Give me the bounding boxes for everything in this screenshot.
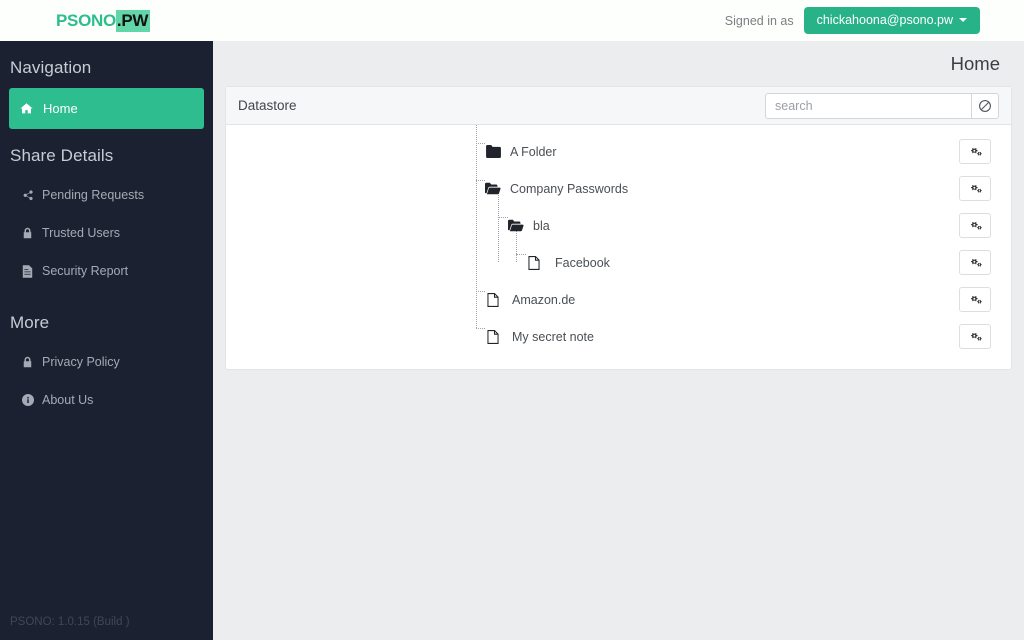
sidebar-item-security-report[interactable]: Security Report: [0, 252, 213, 290]
search-input[interactable]: [765, 92, 971, 119]
sidebar-heading-more: More: [10, 313, 50, 332]
tree-node-facebook[interactable]: Facebook: [526, 255, 610, 271]
sidebar-item-pending-requests-label: Pending Requests: [42, 188, 145, 202]
tree-row[interactable]: Company Passwords: [226, 170, 1011, 207]
tree-node-label: Amazon.de: [512, 292, 576, 307]
chevron-down-icon: [959, 18, 967, 22]
file-icon: [485, 329, 501, 345]
tree-node-bla[interactable]: bla: [508, 218, 550, 234]
lock-icon: [22, 356, 42, 368]
tree-row[interactable]: My secret note: [226, 318, 1011, 355]
tree-node-label: A Folder: [510, 144, 557, 159]
user-menu-button[interactable]: chickahoona@psono.pw: [803, 6, 980, 35]
sidebar-heading-share-details: Share Details: [10, 146, 114, 165]
folder-open-icon: [508, 218, 524, 234]
sidebar: Navigation Home Share Details Pending Re…: [0, 41, 213, 640]
sidebar-item-privacy-policy[interactable]: Privacy Policy: [0, 343, 213, 381]
datastore-tree: A Folder Company Passwords bla Facebook …: [226, 125, 1011, 369]
datastore-panel-header: Datastore: [226, 87, 1011, 125]
tree-node-label: bla: [533, 218, 550, 233]
row-actions-button[interactable]: [959, 250, 991, 275]
tree-node-a-folder[interactable]: A Folder: [485, 144, 557, 160]
tree-row[interactable]: A Folder: [226, 133, 1011, 170]
file-icon: [485, 292, 501, 308]
sidebar-item-about-us-label: About Us: [42, 393, 94, 407]
lock-icon: [22, 227, 42, 239]
folder-closed-icon: [485, 144, 501, 160]
share-alt-icon: [22, 189, 42, 201]
sidebar-item-about-us[interactable]: About Us: [0, 381, 213, 419]
tree-node-label: Facebook: [555, 255, 610, 270]
tree-node-label: My secret note: [512, 329, 594, 344]
sidebar-item-home[interactable]: Home: [9, 88, 204, 129]
folder-open-icon: [485, 181, 501, 197]
user-email-label: chickahoona@psono.pw: [816, 12, 953, 27]
tree-row[interactable]: bla: [226, 207, 1011, 244]
header-right-group: Signed in as chickahoona@psono.pw: [724, 6, 980, 35]
sidebar-item-pending-requests[interactable]: Pending Requests: [0, 176, 213, 214]
info-circle-icon: [22, 394, 42, 406]
row-actions-button[interactable]: [959, 287, 991, 312]
logo-text-secondary: .PW: [115, 10, 151, 32]
tree-row[interactable]: Facebook: [226, 244, 1011, 281]
search-group: [765, 92, 999, 119]
tree-node-company-passwords[interactable]: Company Passwords: [485, 181, 628, 197]
sidebar-item-home-label: Home: [43, 101, 78, 116]
datastore-panel: Datastore search A Folder Company Passwo…: [225, 86, 1012, 370]
sidebar-item-security-report-label: Security Report: [42, 264, 129, 278]
tree-node-my-secret-note[interactable]: My secret note: [485, 329, 594, 345]
row-actions-button[interactable]: [959, 324, 991, 349]
sidebar-item-trusted-users-label: Trusted Users: [42, 226, 121, 240]
row-actions-button[interactable]: [959, 213, 991, 238]
page-title: Home: [950, 53, 1000, 74]
top-header-bar: PSONO.PW Signed in as chickahoona@psono.…: [0, 0, 1024, 41]
search-clear-button[interactable]: [971, 92, 999, 119]
logo-text-primary: PSONO: [56, 11, 116, 30]
sidebar-item-trusted-users[interactable]: Trusted Users: [0, 214, 213, 252]
tree-row[interactable]: Amazon.de: [226, 281, 1011, 318]
file-icon: [526, 255, 542, 271]
main-content: Home Datastore search A Folder Company P…: [213, 41, 1024, 640]
sidebar-item-privacy-policy-label: Privacy Policy: [42, 355, 120, 369]
sidebar-heading-navigation: Navigation: [10, 58, 92, 77]
app-version-label: PSONO: 1.0.15 (Build ): [10, 616, 130, 628]
app-logo[interactable]: PSONO.PW: [56, 10, 151, 32]
row-actions-button[interactable]: [959, 139, 991, 164]
home-icon: [20, 102, 40, 115]
signed-in-label: Signed in as: [724, 13, 794, 28]
tree-node-label: Company Passwords: [510, 181, 629, 196]
file-text-icon: [22, 264, 42, 278]
datastore-panel-title: Datastore: [238, 98, 297, 113]
tree-node-amazon-de[interactable]: Amazon.de: [485, 292, 575, 308]
row-actions-button[interactable]: [959, 176, 991, 201]
